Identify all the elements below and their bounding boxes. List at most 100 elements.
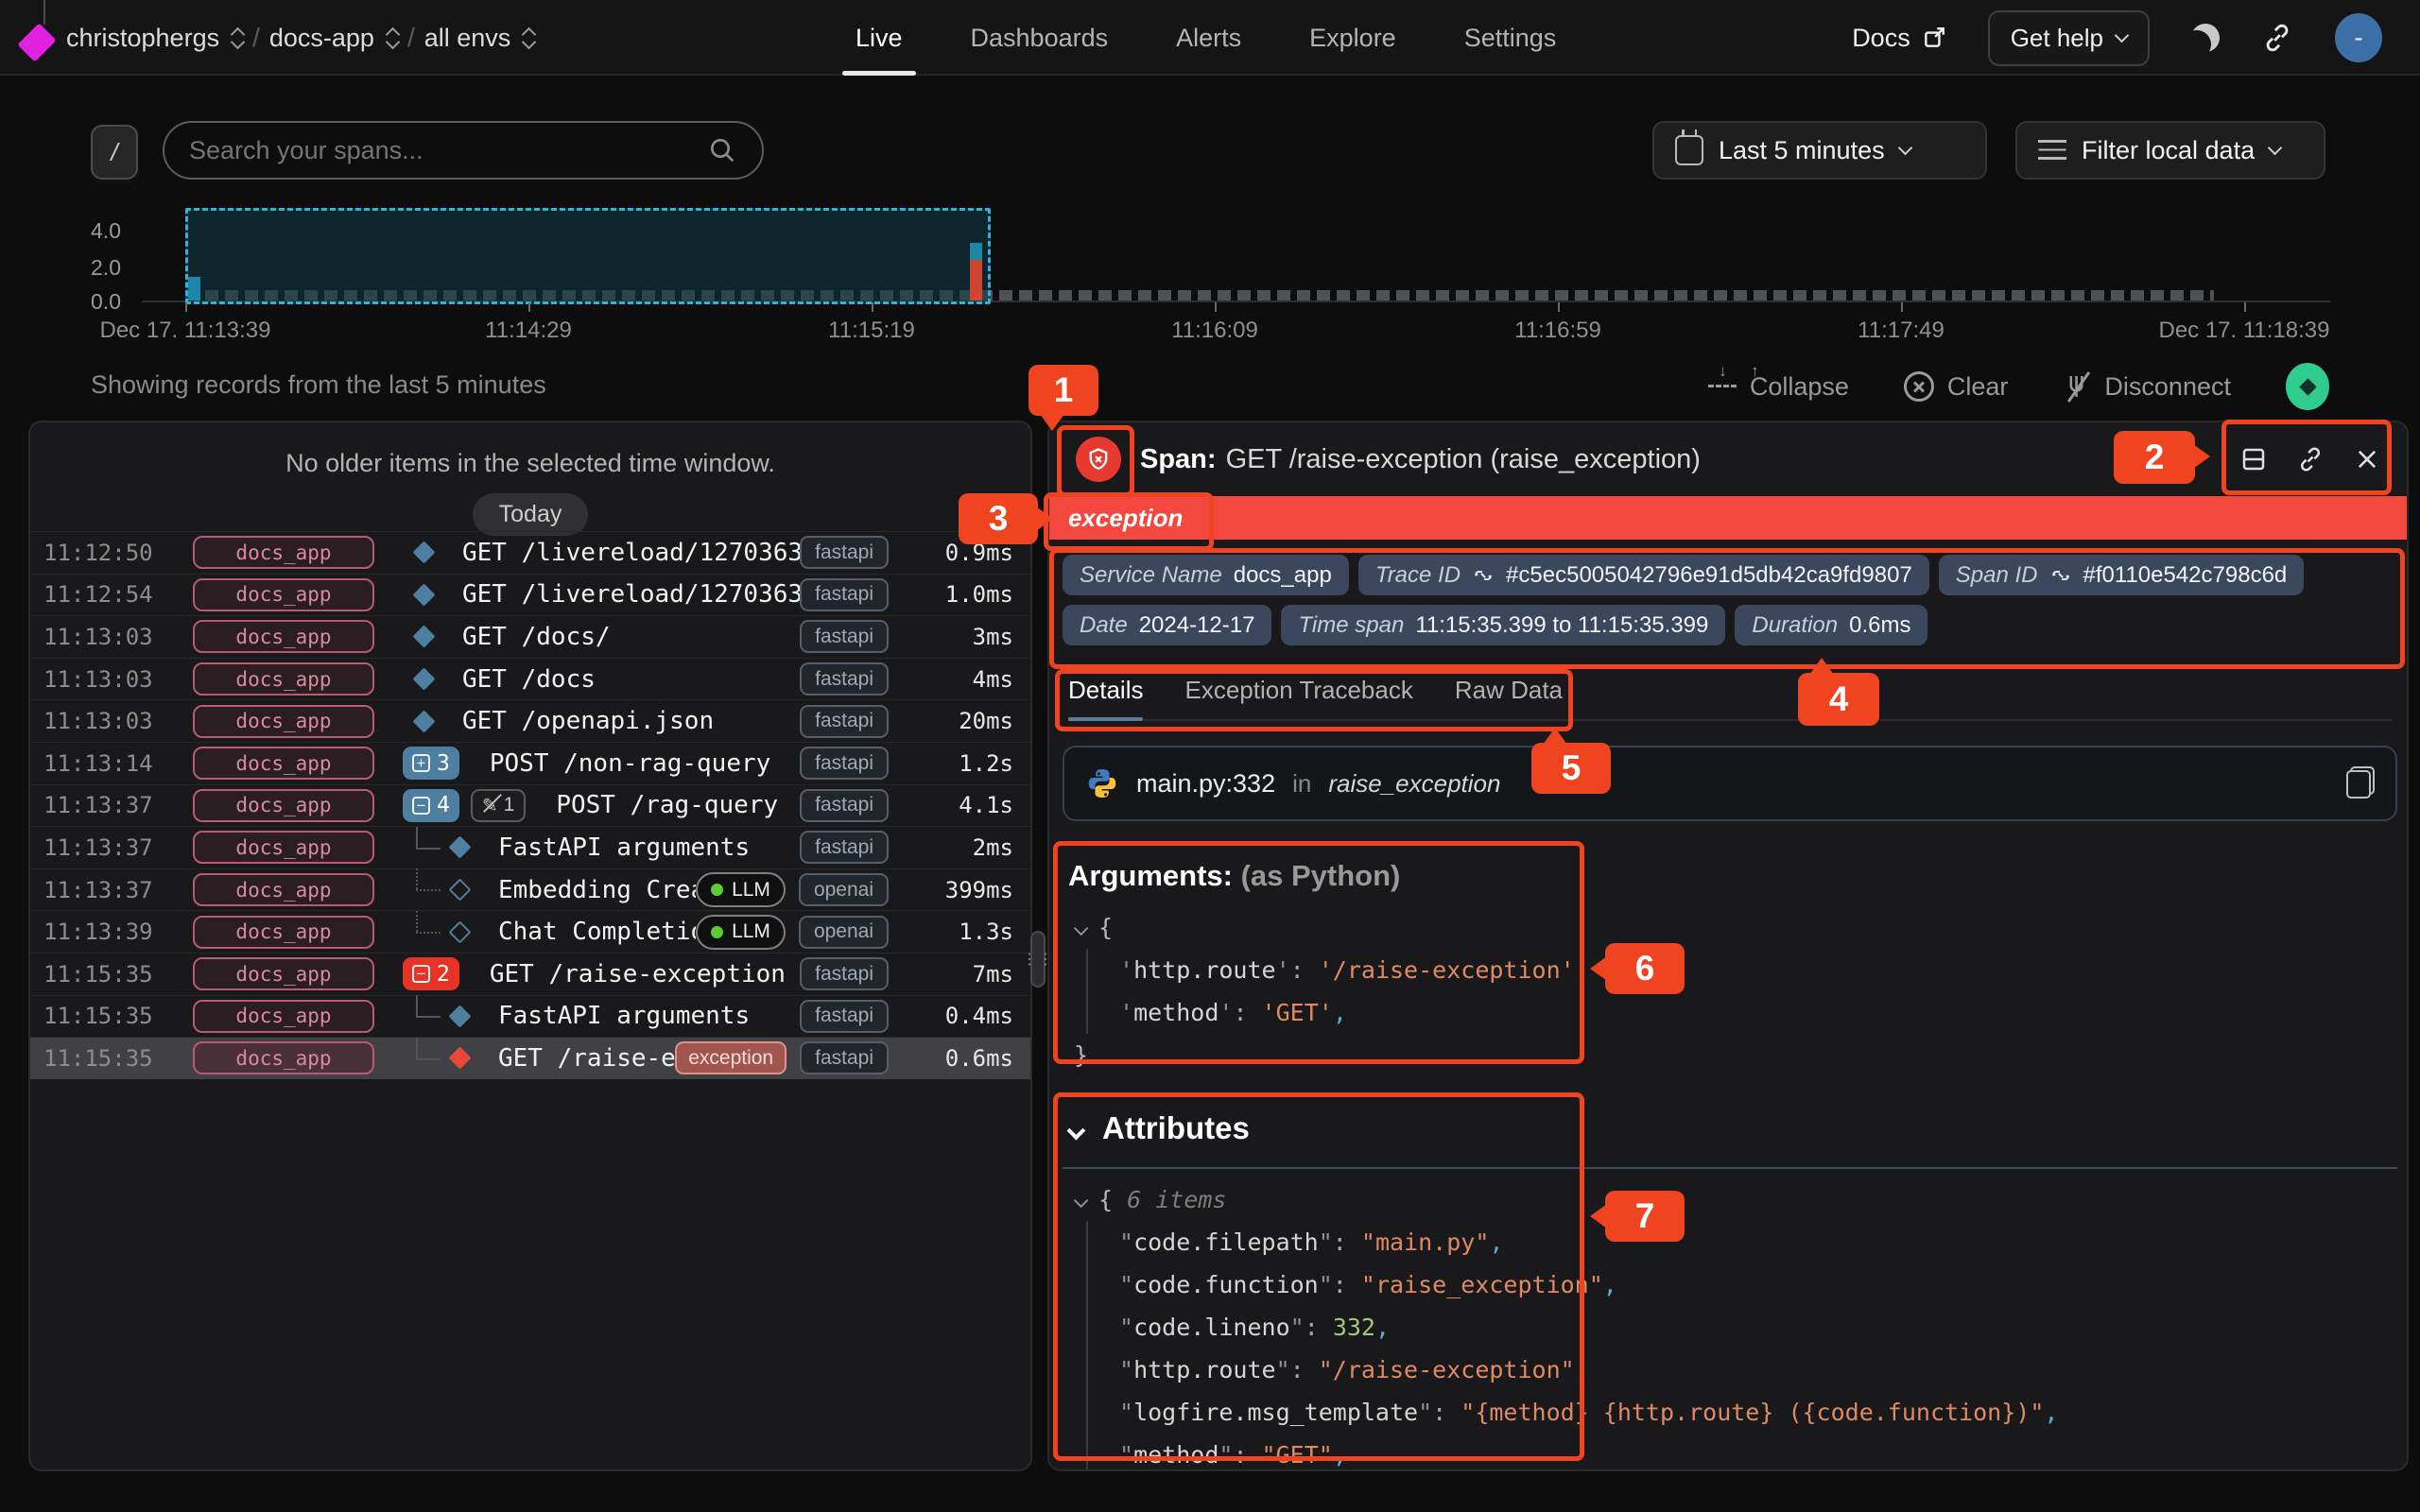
table-row[interactable]: 11:12:50docs_appGET /livereload/12703636… (30, 531, 1030, 574)
span-name: FastAPI arguments (498, 833, 800, 862)
share-link-icon[interactable] (2261, 22, 2293, 54)
table-row[interactable]: 11:13:03docs_appGET /docsfastapi4ms (30, 658, 1030, 700)
table-row[interactable]: 11:15:35docs_appGET /raise-exception …ex… (30, 1037, 1030, 1079)
row-time: 11:13:03 (43, 708, 193, 734)
row-duration: 2ms (902, 834, 1013, 861)
disconnect-label: Disconnect (2104, 372, 2231, 402)
table-row[interactable]: 11:13:37docs_app−4✎1POST /rag-queryfasta… (30, 784, 1030, 827)
search-box (163, 121, 764, 180)
org-selector[interactable]: christophergs (66, 24, 243, 53)
table-row[interactable]: 11:13:37docs_appFastAPI argumentsfastapi… (30, 826, 1030, 868)
service-tag: docs_app (193, 747, 374, 780)
meta-pill-trace-id: Trace ID#c5ec5005042796e91d5db42ca9fd980… (1358, 555, 1929, 595)
user-avatar[interactable]: - (2335, 13, 2382, 62)
service-tag: docs_app (193, 620, 374, 653)
time-selection-window[interactable] (185, 208, 991, 304)
get-help-button[interactable]: Get help (1988, 10, 2150, 66)
main-nav-tabs: Live Dashboards Alerts Explore Settings (856, 0, 1556, 76)
logfire-live-view: christophergs / docs-app / all envs Live… (0, 0, 2420, 1512)
time-range-dropdown[interactable]: Last 5 minutes (1652, 121, 1987, 180)
collapse-icon: − (412, 965, 430, 983)
table-row[interactable]: 11:13:03docs_appGET /docs/fastapi3ms (30, 615, 1030, 658)
collapse-button[interactable]: Collapse (1708, 370, 1849, 403)
link-icon[interactable] (1472, 564, 1495, 587)
attributes-heading[interactable]: Attributes (1068, 1110, 1250, 1146)
span-name: GET /docs/ (462, 623, 800, 651)
annotation-label-2: 2 (2114, 431, 2195, 484)
tab-live[interactable]: Live (856, 0, 903, 76)
meta-pill-service-name: Service Namedocs_app (1063, 555, 1349, 595)
source-file[interactable]: main.py:332 (1136, 769, 1275, 799)
meta-pill-date: Date2024-12-17 (1063, 605, 1271, 645)
table-row[interactable]: 11:13:03docs_appGET /openapi.jsonfastapi… (30, 699, 1030, 742)
row-duration: 0.4ms (902, 1003, 1013, 1029)
children-count-badge[interactable]: −4 (403, 789, 459, 822)
service-tag: docs_app (193, 1041, 374, 1074)
env-selector[interactable]: all envs (424, 24, 535, 53)
live-status-indicator[interactable] (2286, 363, 2329, 410)
row-duration: 20ms (902, 708, 1013, 734)
row-time: 11:13:39 (43, 919, 193, 945)
disconnect-button[interactable]: Disconnect (2063, 370, 2231, 403)
row-marker: +3 (403, 747, 459, 780)
link-icon[interactable] (2049, 564, 2072, 587)
today-button[interactable]: Today (473, 493, 589, 536)
table-row[interactable]: 11:15:35docs_appFastAPI argumentsfastapi… (30, 995, 1030, 1038)
row-marker: −4✎1 (403, 789, 526, 822)
panel-resize-handle[interactable]: ⋮⋮ (1030, 931, 1046, 988)
span-diamond-icon (448, 836, 471, 859)
tab-settings[interactable]: Settings (1464, 0, 1557, 76)
copy-icon[interactable] (2346, 766, 2375, 799)
dock-panel-icon[interactable] (2238, 444, 2269, 474)
x-axis-tick (1901, 302, 1903, 312)
docs-link[interactable]: Docs (1852, 24, 1946, 53)
search-input[interactable] (189, 136, 707, 165)
detail-tab-exception-traceback[interactable]: Exception Traceback (1184, 676, 1412, 719)
meta-value: #f0110e542c798c6d (2083, 562, 2288, 589)
collapse-icon: − (412, 797, 430, 815)
spans-timeline-chart[interactable]: 4.02.00.0Dec 17. 11:13:3911:14:2911:15:1… (0, 210, 2420, 352)
time-range-label: Last 5 minutes (1719, 136, 1885, 165)
logfire-logo[interactable] (17, 23, 56, 61)
filter-dropdown[interactable]: Filter local data (2015, 121, 2325, 180)
row-time: 11:13:03 (43, 666, 193, 693)
x-axis-tick (528, 302, 530, 312)
tab-alerts[interactable]: Alerts (1176, 0, 1241, 76)
tab-explore[interactable]: Explore (1309, 0, 1396, 76)
detail-tab-raw-data[interactable]: Raw Data (1455, 676, 1563, 719)
llm-badge: LLM (696, 872, 786, 907)
table-row[interactable]: 11:13:14docs_app+3POST /non-rag-queryfas… (30, 742, 1030, 784)
service-tag: docs_app (193, 662, 374, 696)
framework-tag: fastapi (800, 1000, 889, 1033)
children-count-badge[interactable]: −2 (403, 957, 459, 990)
table-row[interactable]: 11:13:37docs_appEmbedding Creation wit…L… (30, 868, 1030, 911)
table-row[interactable]: 11:13:39docs_appChat Completion with '…L… (30, 910, 1030, 953)
row-time: 11:13:37 (43, 834, 193, 861)
copy-link-icon[interactable] (2295, 444, 2325, 474)
breadcrumb: christophergs / docs-app / all envs (66, 0, 534, 76)
framework-tag: fastapi (800, 789, 889, 822)
pen-count: 1 (504, 794, 515, 816)
clear-label: Clear (1947, 372, 2009, 402)
theme-toggle-moon-icon[interactable] (2191, 24, 2220, 52)
detail-tab-details[interactable]: Details (1068, 676, 1143, 719)
llm-label: LLM (732, 920, 770, 943)
meta-label: Trace ID (1375, 562, 1461, 589)
project-selector[interactable]: docs-app (269, 24, 398, 53)
children-count-badge[interactable]: +3 (403, 747, 459, 780)
meta-pill-duration: Duration0.6ms (1735, 605, 1927, 645)
row-right: LLMopenai399ms (696, 872, 1013, 907)
llm-label: LLM (732, 879, 770, 902)
row-marker (403, 995, 468, 1038)
table-row[interactable]: 11:15:35docs_app−2GET /raise-exceptionfa… (30, 953, 1030, 995)
breadcrumb-separator: / (252, 23, 260, 53)
code-line: "logfire.msg_template": "{method} {http.… (1119, 1391, 2058, 1434)
close-icon[interactable] (2352, 444, 2382, 474)
search-icon (707, 135, 737, 165)
tab-dashboards[interactable]: Dashboards (971, 0, 1109, 76)
table-row[interactable]: 11:12:54docs_appGET /livereload/12703636… (30, 574, 1030, 616)
row-duration: 7ms (902, 961, 1013, 988)
span-detail-panel: Span:GET /raise-exception (raise_excepti… (1047, 421, 2409, 1471)
clear-button[interactable]: Clear (1904, 371, 2009, 402)
meta-label: Service Name (1080, 562, 1222, 589)
